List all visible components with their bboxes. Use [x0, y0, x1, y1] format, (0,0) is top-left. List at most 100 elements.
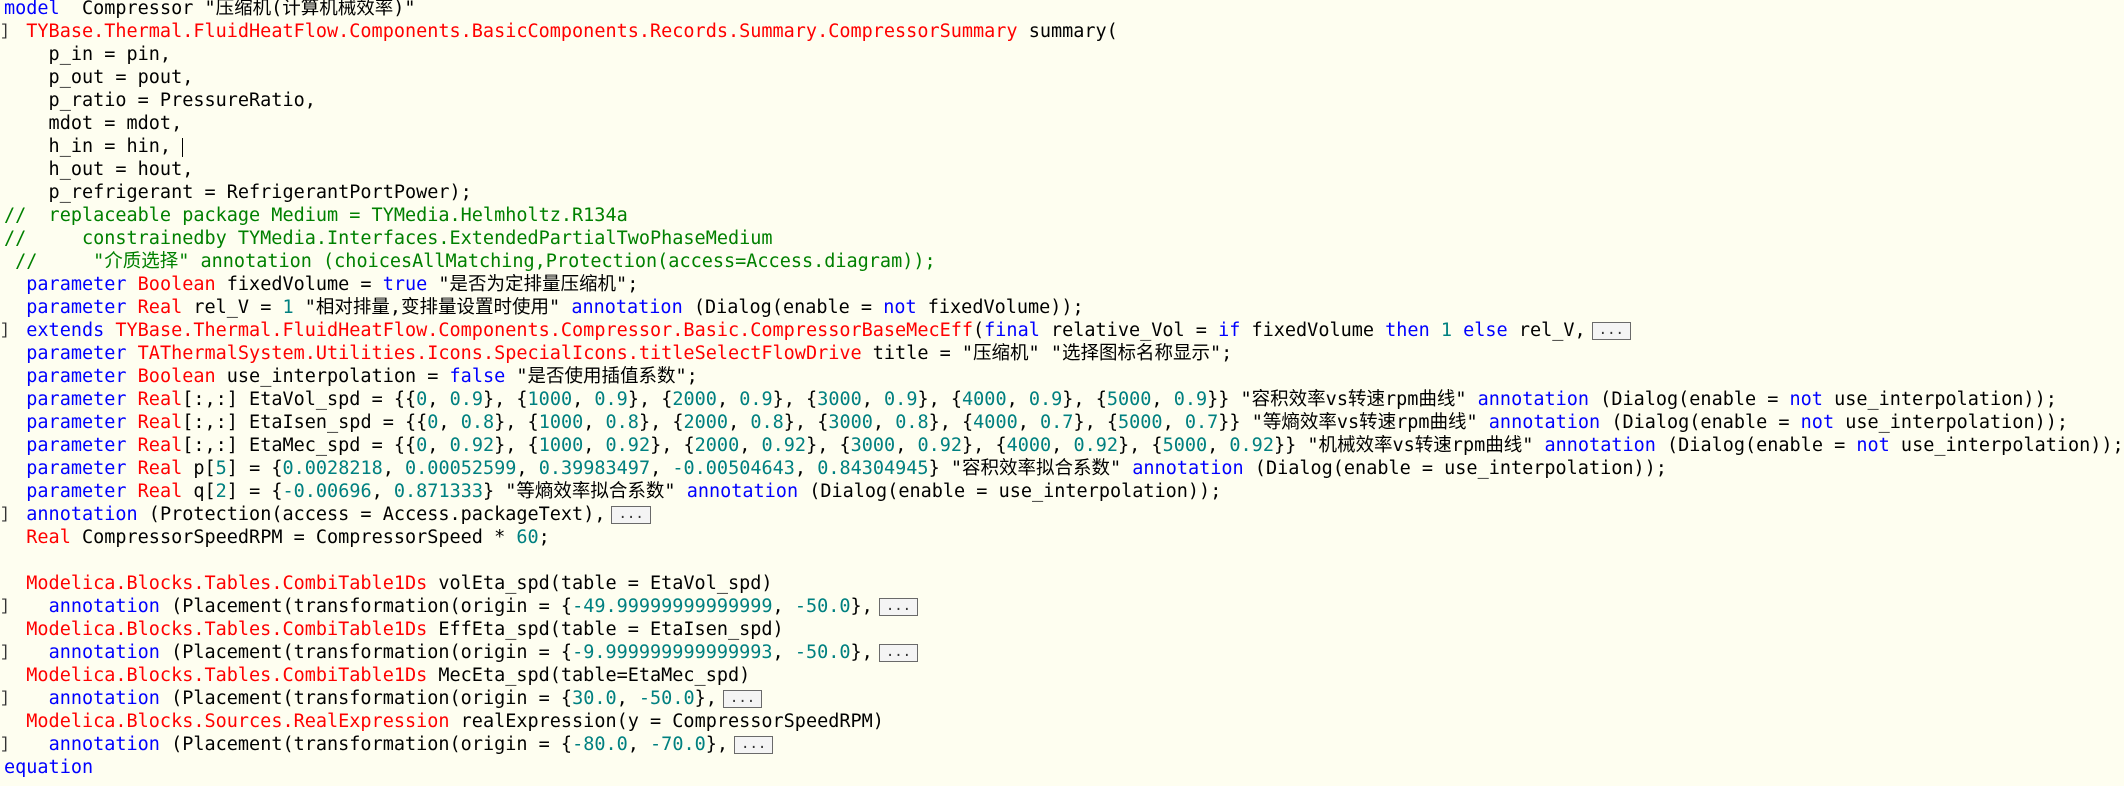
code-token: , [772, 596, 795, 617]
code-text: equation [4, 756, 93, 779]
code-token: , [438, 412, 461, 433]
code-text: mdot = mdot, [4, 112, 183, 135]
code-token: (Placement(transformation(origin = { [159, 596, 573, 617]
code-token: }, { [783, 412, 829, 433]
code-token: -0.00696 [282, 481, 372, 502]
code-editor[interactable]: model Compressor "压缩机(计算机械效率)"] TYBase.T… [0, 0, 2124, 786]
code-token: relative_Vol = [1039, 320, 1219, 341]
collapsed-code-button[interactable]: ... [722, 690, 763, 708]
code-token: (Placement(transformation(origin = { [159, 642, 573, 663]
code-token: p_ratio = PressureRatio, [4, 90, 316, 111]
code-token: q[ [182, 481, 216, 502]
code-token: mdot = mdot, [4, 113, 183, 134]
code-token: annotation [26, 504, 138, 525]
code-text: parameter TAThermalSystem.Utilities.Icon… [4, 342, 1232, 365]
code-token: annotation [1132, 458, 1244, 479]
code-token: TYBase.Thermal.FluidHeatFlow.Components.… [115, 320, 974, 341]
code-token: ( [973, 320, 985, 341]
code-text: annotation (Placement(transformation(ori… [4, 687, 763, 710]
code-token: "选择图标名称显示" [1050, 343, 1222, 364]
code-token: TYBase.Thermal.FluidHeatFlow.Components.… [26, 21, 1018, 42]
code-token: (Dialog(enable = [1600, 412, 1801, 433]
code-token: annotation [571, 297, 683, 318]
code-token: 0.92 [1073, 435, 1118, 456]
code-token: Real [26, 527, 71, 548]
code-token: Boolean [137, 366, 216, 387]
code-token: }, { [917, 389, 963, 410]
code-token: not [1800, 412, 1835, 433]
code-token: volEta_spd(table = EtaVol_spd) [427, 573, 773, 594]
code-token: not [1856, 435, 1890, 456]
code-token: }, { [638, 412, 684, 433]
code-token: Real [137, 435, 183, 456]
code-token: 3000 [828, 412, 873, 433]
code-token: parameter [26, 435, 127, 456]
code-token: summary( [1017, 21, 1118, 42]
code-token: fixedVolume)); [916, 297, 1084, 318]
code-token: annotation [1488, 412, 1601, 433]
code-token: not [883, 297, 917, 318]
code-token: 0 [416, 389, 428, 410]
code-token: } [483, 481, 506, 502]
code-token: Real [137, 481, 183, 502]
collapsed-code-button[interactable]: ... [878, 644, 919, 662]
code-token: Real [137, 297, 183, 318]
code-token: not [1789, 389, 1823, 410]
code-text: Real CompressorSpeedRPM = CompressorSpee… [4, 526, 550, 549]
code-token: }, { [650, 435, 695, 456]
code-token: [:,:] EtaVol_spd = {{ [182, 389, 417, 410]
code-text: // replaceable package Medium = TYMedia.… [4, 204, 628, 227]
code-token: realExpression(y = CompressorSpeedRPM) [449, 711, 884, 732]
code-token: , [1017, 412, 1041, 433]
code-token: Modelica.Blocks.Tables.CombiTable1Ds [26, 619, 428, 640]
code-token: use_interpolation)); [1834, 412, 2068, 433]
code-token: }, [850, 596, 873, 617]
code-token: , [716, 389, 740, 410]
code-token: 2000 [672, 389, 717, 410]
code-token: }, { [482, 389, 528, 410]
code-token: 5000 [1106, 389, 1152, 410]
code-token: Modelica.Blocks.Tables.CombiTable1Ds [26, 573, 428, 594]
collapsed-code-button[interactable]: ... [1591, 322, 1631, 340]
code-token: p_in = pin, [4, 44, 172, 65]
code-token: }, { [1118, 435, 1163, 456]
code-token: , [1051, 435, 1074, 456]
code-token: , [583, 412, 606, 433]
code-token: 0.92 [1229, 435, 1274, 456]
code-token: (Placement(transformation(origin = { [159, 688, 573, 709]
collapsed-code-button[interactable]: ... [734, 736, 774, 754]
code-token: Boolean [137, 274, 216, 295]
code-text: model Compressor "压缩机(计算机械效率)" [4, 0, 416, 20]
code-text: parameter Real p[5] = {0.0028218, 0.0005… [4, 457, 1667, 480]
code-token: , [1006, 389, 1029, 410]
code-token: 0.9 [1173, 389, 1208, 410]
code-token: , [895, 435, 918, 456]
code-token: 60 [516, 527, 539, 548]
collapsed-code-button[interactable]: ... [878, 598, 919, 616]
code-token: }, { [928, 412, 974, 433]
code-token: 0.8 [605, 412, 639, 433]
code-text: parameter Boolean fixedVolume = true "是否… [4, 273, 638, 296]
code-token: "相对排量,变排量设置时使用" [304, 297, 561, 318]
code-token: 0.0028218 [282, 458, 383, 479]
collapsed-code-button[interactable]: ... [611, 506, 651, 524]
code-token: MecEta_spd(table=EtaMec_spd) [427, 665, 751, 686]
code-token: -50.0 [638, 688, 695, 709]
code-token: (Protection(access = Access.packageText)… [137, 504, 606, 525]
code-token: // constrainedby TYMedia.Interfaces.Exte… [4, 228, 773, 249]
